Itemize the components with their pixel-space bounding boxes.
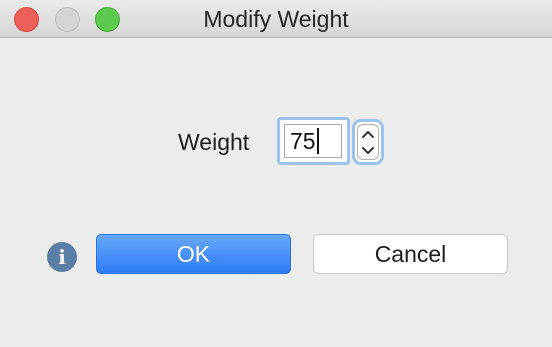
weight-stepper[interactable]	[357, 124, 379, 160]
cancel-button[interactable]: Cancel	[313, 234, 508, 274]
info-icon: i	[47, 242, 77, 272]
chevron-down-icon	[362, 146, 374, 154]
ok-button[interactable]: OK	[96, 234, 291, 274]
weight-stepper-focus-ring	[352, 119, 384, 165]
weight-input[interactable]: 75	[284, 124, 342, 158]
chevron-up-icon	[362, 130, 374, 138]
weight-field-focus-ring: 75	[277, 117, 350, 165]
window-title: Modify Weight	[203, 6, 349, 32]
modify-weight-dialog: Modify Weight Weight 75 i OK Cancel	[0, 0, 552, 347]
weight-value: 75	[290, 128, 316, 154]
stepper-increment-button[interactable]	[358, 125, 378, 142]
stepper-decrement-button[interactable]	[358, 142, 378, 159]
title-bar[interactable]: Modify Weight	[0, 0, 552, 38]
text-caret	[316, 128, 319, 154]
weight-label: Weight	[178, 129, 250, 155]
